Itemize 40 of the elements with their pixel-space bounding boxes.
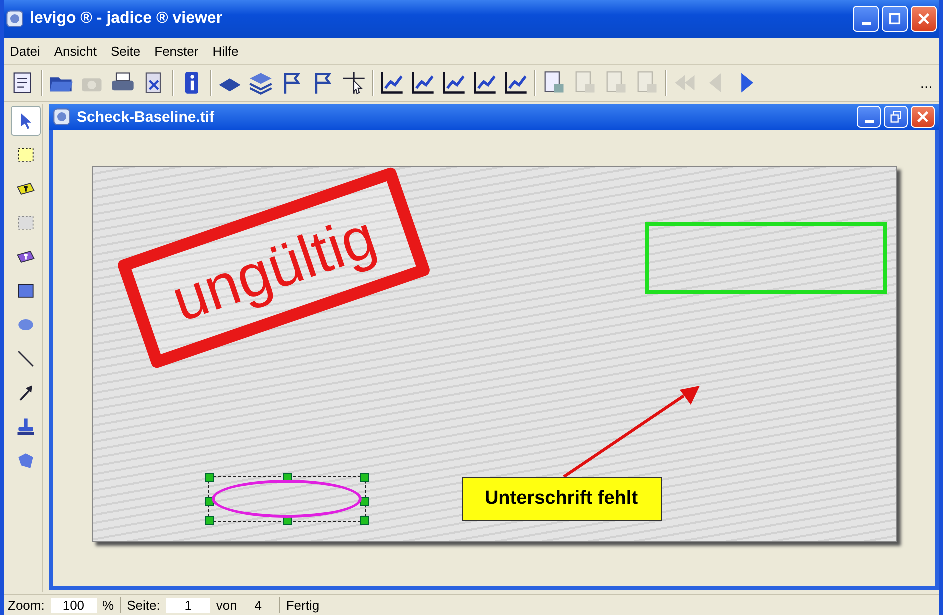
- pointer-tool-icon[interactable]: [11, 106, 41, 136]
- chart-icon[interactable]: [410, 70, 436, 96]
- menu-item[interactable]: Datei: [10, 44, 40, 58]
- zoom-label: Zoom:: [8, 598, 45, 612]
- stamp-annotation[interactable]: ungültig: [116, 166, 432, 370]
- restore-icon: [889, 110, 903, 124]
- document-title: Scheck-Baseline.tif: [77, 108, 215, 126]
- crosshair-icon[interactable]: [341, 70, 367, 96]
- status-message: Fertig: [286, 598, 320, 612]
- minimize-button[interactable]: [857, 106, 881, 128]
- menu-item[interactable]: Ansicht: [54, 44, 97, 58]
- text-annotation[interactable]: Unterschrift fehlt: [462, 477, 662, 521]
- menu-item[interactable]: Seite: [111, 44, 141, 58]
- menu-item[interactable]: Hilfe: [212, 44, 239, 58]
- close-icon: [916, 110, 930, 124]
- minimize-icon: [864, 120, 874, 122]
- chart-icon[interactable]: [503, 70, 529, 96]
- close-button[interactable]: [911, 106, 935, 128]
- maximize-button[interactable]: [882, 6, 908, 32]
- page-field[interactable]: 1: [166, 598, 210, 612]
- window-title: levigo ® - jadice ® viewer: [30, 10, 223, 28]
- minimize-icon: [862, 22, 870, 24]
- close-button[interactable]: [911, 6, 937, 32]
- app-icon: [6, 10, 24, 28]
- page-label: Seite:: [127, 598, 160, 612]
- chart-icon[interactable]: [441, 70, 467, 96]
- minimize-button[interactable]: [853, 6, 879, 32]
- toolbar-overflow[interactable]: …: [920, 76, 933, 90]
- chart-icon[interactable]: [472, 70, 498, 96]
- page-of-label: von: [216, 598, 238, 612]
- page-count: 4: [254, 598, 263, 612]
- zoom-field[interactable]: 100: [50, 598, 97, 612]
- document-icon: [53, 108, 71, 126]
- maximize-icon: [888, 12, 902, 26]
- zoom-unit: %: [102, 598, 114, 612]
- chart-icon[interactable]: [379, 70, 405, 96]
- arrow-annotation[interactable]: [562, 384, 702, 479]
- restore-button[interactable]: [884, 106, 908, 128]
- close-icon: [917, 12, 931, 26]
- menu-item[interactable]: Fenster: [154, 44, 199, 58]
